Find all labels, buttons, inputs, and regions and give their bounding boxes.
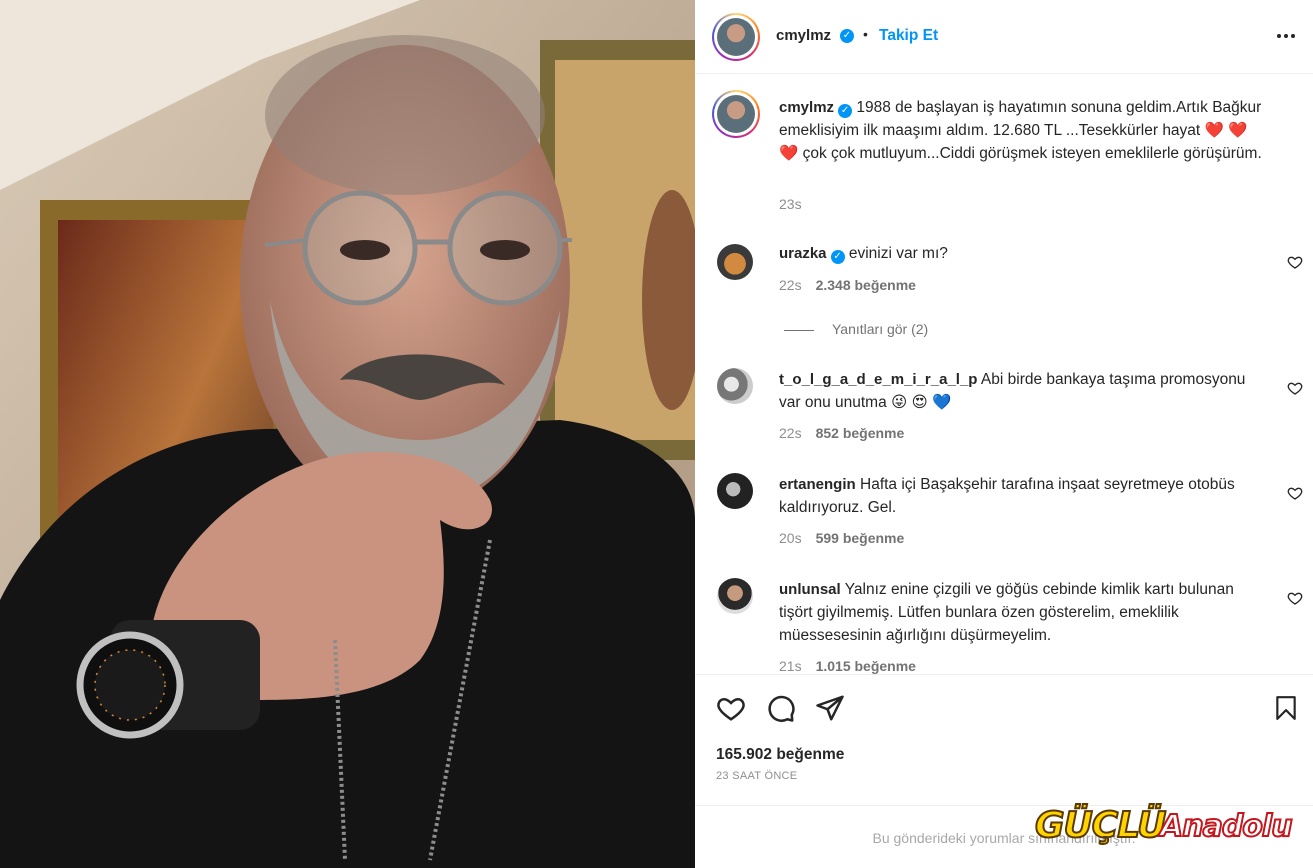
post-time-ago[interactable]: 23 SAAT ÖNCE	[716, 770, 797, 782]
comment-meta: 21s 1.015 beğenme	[779, 658, 916, 674]
post-likes-count[interactable]: 165.902 beğenme	[716, 746, 844, 764]
commenter-username[interactable]: t_o_l_g_a_d_e_m_i_r_a_l_p	[779, 371, 977, 388]
watermark-part2: Anadolu	[1159, 808, 1294, 845]
comment-likes[interactable]: 2.348 beğenme	[816, 277, 916, 293]
comment-time: 22s	[779, 277, 802, 293]
comment-text: unlunsal Yalnız enine çizgili ve göğüs c…	[779, 578, 1269, 647]
caption-body: 1988 de başlayan iş hayatımın sonuna gel…	[779, 99, 1262, 162]
caption-time: 23s	[779, 196, 802, 212]
share-icon[interactable]	[815, 693, 845, 723]
comment-meta: 20s 599 beğenme	[779, 530, 904, 546]
post-header: cmylmz ✓ • Takip Et	[695, 0, 1313, 74]
commenter-username[interactable]: ertanengin	[779, 476, 856, 493]
comment-time: 21s	[779, 658, 802, 674]
caption-avatar[interactable]	[712, 90, 760, 138]
comment-like-heart-icon[interactable]	[1287, 590, 1303, 606]
portrait-image	[0, 0, 695, 868]
comment-meta: 22s 852 beğenme	[779, 425, 904, 441]
comment-body: evinizi var mı?	[848, 245, 948, 262]
view-replies-button[interactable]: Yanıtları gör (2)	[784, 321, 928, 337]
author-avatar[interactable]	[712, 13, 760, 61]
comment-icon[interactable]	[765, 693, 797, 723]
comment-body: Yalnız enine çizgili ve göğüs cebinde ki…	[779, 581, 1234, 644]
comment-text: ertanengin Hafta içi Başakşehir tarafına…	[779, 473, 1269, 519]
author-username[interactable]: cmylmz	[776, 27, 831, 44]
heart-icon[interactable]	[715, 693, 747, 723]
comment-like-heart-icon[interactable]	[1287, 380, 1303, 396]
verified-badge-icon: ✓	[838, 104, 853, 118]
view-replies-label: Yanıtları gör (2)	[832, 321, 929, 337]
comment-time: 22s	[779, 425, 802, 441]
commenter-avatar[interactable]	[717, 578, 753, 614]
post-actions: 165.902 beğenme 23 SAAT ÖNCE	[695, 674, 1313, 806]
watermark-logo: GÜÇLÜ Anadolu	[1034, 804, 1294, 853]
comment-meta: 22s 2.348 beğenme	[779, 277, 916, 293]
caption-text: cmylmz ✓ 1988 de başlayan iş hayatımın so…	[779, 96, 1269, 165]
bookmark-icon[interactable]	[1273, 693, 1299, 723]
post-side-panel: cmylmz ✓ • Takip Et cmylmz ✓ 1988 de başl…	[695, 0, 1313, 868]
commenter-avatar[interactable]	[717, 244, 753, 280]
comment-like-heart-icon[interactable]	[1287, 254, 1303, 270]
watermark-part1: GÜÇLÜ	[1034, 804, 1167, 847]
more-horizontal-icon[interactable]	[1275, 28, 1297, 44]
separator-dot: •	[863, 26, 868, 42]
follow-button[interactable]: Takip Et	[879, 27, 938, 45]
comment-text: urazka ✓ evinizi var mı?	[779, 242, 1269, 265]
comment-like-heart-icon[interactable]	[1287, 485, 1303, 501]
caption-username[interactable]: cmylmz	[779, 99, 834, 116]
commenter-username[interactable]: unlunsal	[779, 581, 841, 598]
comment-likes[interactable]: 1.015 beğenme	[816, 658, 916, 674]
comment-text: t_o_l_g_a_d_e_m_i_r_a_l_p Abi birde bank…	[779, 368, 1269, 414]
commenter-avatar[interactable]	[717, 368, 753, 404]
post-photo[interactable]	[0, 0, 695, 868]
commenter-username[interactable]: urazka	[779, 245, 827, 262]
comments-list[interactable]: cmylmz ✓ 1988 de başlayan iş hayatımın so…	[695, 74, 1313, 674]
comment-likes[interactable]: 599 beğenme	[816, 530, 905, 546]
comment-time: 20s	[779, 530, 802, 546]
verified-badge-icon: ✓	[840, 29, 854, 43]
verified-badge-icon: ✓	[830, 250, 845, 264]
comment-likes[interactable]: 852 beğenme	[816, 425, 905, 441]
commenter-avatar[interactable]	[717, 473, 753, 509]
